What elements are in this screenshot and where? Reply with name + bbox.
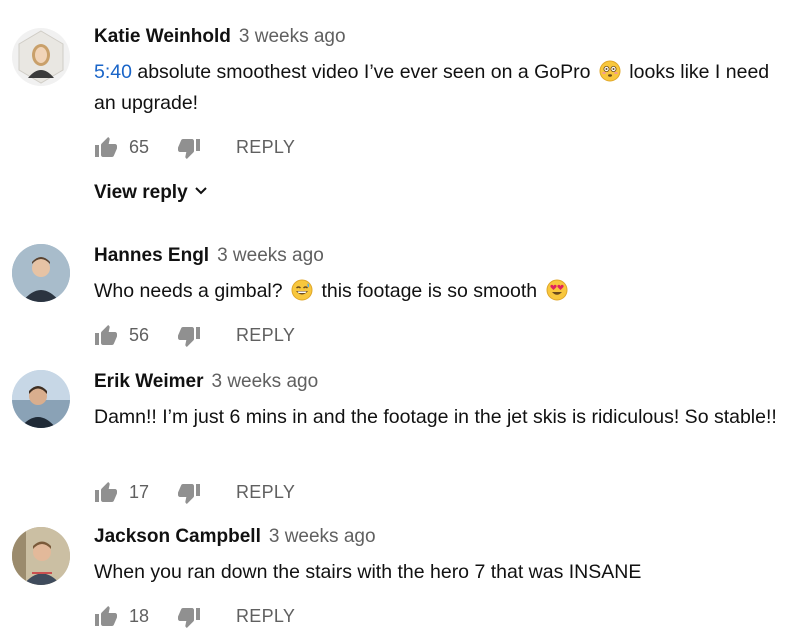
reply-button[interactable]: REPLY <box>236 325 295 346</box>
author-name[interactable]: Hannes Engl <box>94 245 209 266</box>
heart-eyes-face-emoji-icon <box>546 279 568 301</box>
comment-text: When you ran down the stairs with the he… <box>94 561 642 583</box>
author-name[interactable]: Jackson Campbell <box>94 526 261 547</box>
thumbs-down-icon[interactable] <box>177 324 201 348</box>
thumbs-up-icon[interactable] <box>94 605 118 629</box>
comment-text-part: Who needs a gimbal? <box>94 280 289 302</box>
chevron-down-icon <box>194 182 208 196</box>
avatar[interactable] <box>12 527 70 585</box>
reply-button[interactable]: REPLY <box>236 606 295 627</box>
comment-text: Damn!! I’m just 6 mins in and the footag… <box>94 406 777 428</box>
thumbs-down-icon[interactable] <box>177 605 201 629</box>
comment-text: 5:40 absolute smoothest video I’ve ever … <box>94 57 784 119</box>
view-reply-label: View reply <box>94 182 188 203</box>
author-name[interactable]: Erik Weimer <box>94 371 203 392</box>
reply-button[interactable]: REPLY <box>236 482 295 503</box>
comment-text-part: absolute smoothest video I’ve ever seen … <box>131 61 596 83</box>
comment-time[interactable]: 3 weeks ago <box>211 371 318 392</box>
comment-header: Jackson Campbell 3 weeks ago <box>94 526 376 548</box>
comment-time[interactable]: 3 weeks ago <box>217 245 324 266</box>
thumbs-up-icon[interactable] <box>94 136 118 160</box>
avatar[interactable] <box>12 370 70 428</box>
like-count: 18 <box>129 606 150 626</box>
thumbs-up-icon[interactable] <box>94 481 118 505</box>
like-count: 56 <box>129 325 150 345</box>
author-name[interactable]: Katie Weinhold <box>94 26 231 47</box>
thumbs-down-icon[interactable] <box>177 481 201 505</box>
grinning-sweat-face-emoji-icon <box>291 279 313 301</box>
timestamp-link[interactable]: 5:40 <box>94 61 132 83</box>
comment-time[interactable]: 3 weeks ago <box>269 526 376 547</box>
comment-header: Hannes Engl 3 weeks ago <box>94 245 324 267</box>
thumbs-up-icon[interactable] <box>94 324 118 348</box>
avatar[interactable] <box>12 244 70 302</box>
comment-text-part: this footage is so smooth <box>316 280 543 302</box>
comment-header: Katie Weinhold 3 weeks ago <box>94 26 346 48</box>
like-count: 17 <box>129 482 150 502</box>
reply-button[interactable]: REPLY <box>236 137 295 158</box>
comment-header: Erik Weimer 3 weeks ago <box>94 371 318 393</box>
comment-text: Who needs a gimbal? this footage is so s… <box>94 276 784 307</box>
like-count: 65 <box>129 137 150 157</box>
thumbs-down-icon[interactable] <box>177 136 201 160</box>
avatar[interactable] <box>12 28 70 86</box>
view-reply-button[interactable]: View reply <box>94 182 208 204</box>
comment-time[interactable]: 3 weeks ago <box>239 26 346 47</box>
flushed-face-emoji-icon <box>599 60 621 82</box>
